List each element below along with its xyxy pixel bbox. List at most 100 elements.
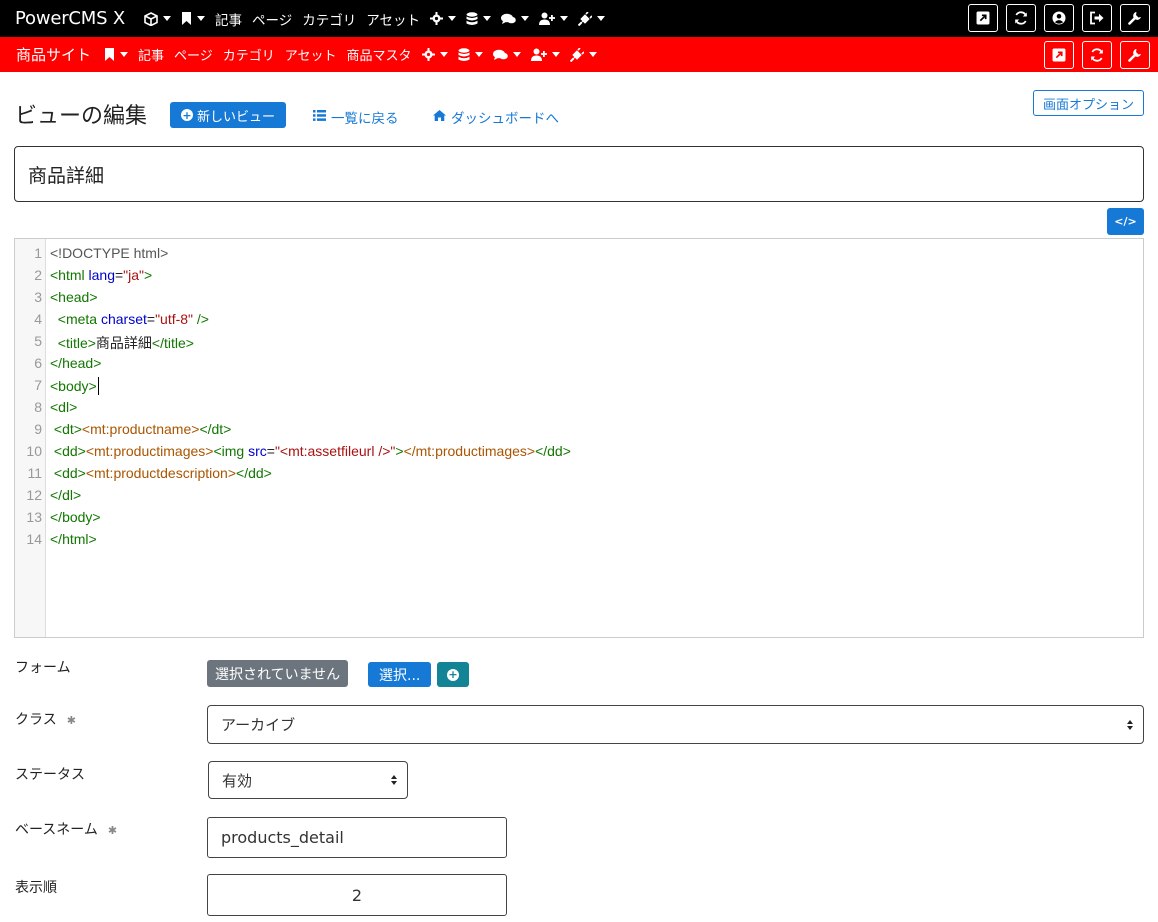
nav-menu-user-plus[interactable] [526,37,565,72]
nav-menu-comments[interactable] [488,37,526,72]
nav-menu-gear[interactable] [425,0,461,37]
code-line: </body> [50,509,101,525]
line-number: 10 [26,443,42,459]
user-plus-icon [538,12,555,25]
nav-menu-plug[interactable] [573,0,610,37]
line-number: 7 [34,377,42,393]
dashboard-link[interactable]: ダッシュボードへ [433,107,559,127]
text-cursor [97,377,99,395]
code-line: <head> [50,289,98,305]
line-number-gutter: 1 2 3 4 5 6 7 8 9 10 11 12 13 14 [15,239,46,637]
display-order-label: 表示順 [15,880,57,896]
list-icon [313,110,326,124]
select-arrows-icon [391,775,397,785]
nav-item-1[interactable]: 記事 [133,37,169,72]
external-link-button[interactable] [968,4,998,32]
nav-item-5[interactable]: アセット [361,0,425,37]
nav-item-2[interactable]: ページ [169,37,218,72]
line-number: 8 [34,399,42,415]
nav-item-label: アセット [366,12,420,29]
nav-item-label: カテゴリ [222,49,275,64]
code-line: <dt><mt:productname></dt> [50,421,232,437]
line-number: 5 [34,333,42,349]
home-icon [433,110,446,124]
required-asterisk-icon: ✱ [66,714,76,727]
nav-menu-database[interactable] [461,0,496,37]
global-nav-actions [968,4,1150,32]
sign-out-icon [1090,11,1104,25]
plus-circle-icon: + [447,668,459,681]
refresh-button[interactable] [1006,4,1036,32]
cube-icon [144,11,158,26]
refresh-icon [1014,11,1028,25]
nav-menu-bookmark[interactable] [176,0,210,37]
nav-menu-comments[interactable] [496,0,534,37]
nav-item-4[interactable]: カテゴリ [297,0,361,37]
user-circle-icon [1052,11,1066,25]
class-label: クラス ✱ [15,712,76,728]
line-number: 9 [34,421,42,437]
user-circle-button[interactable] [1044,4,1074,32]
code-line: <meta charset="utf-8" /> [50,311,209,327]
back-to-list-link[interactable]: 一覧に戻る [313,107,399,127]
external-link-button[interactable] [1044,41,1074,69]
nav-menu-cube[interactable] [139,0,176,37]
user-plus-icon [530,48,547,61]
nav-menu-user-plus[interactable] [534,0,573,37]
form-none-badge: 選択されていません [207,660,349,687]
nav-menu-gear[interactable] [417,37,453,72]
wrench-button[interactable] [1120,41,1150,69]
display-order-input[interactable]: 2 [207,874,507,916]
new-view-button[interactable]: + 新しいビュー [170,102,287,128]
refresh-button[interactable] [1082,41,1112,69]
external-link-icon [1052,48,1066,62]
site-name[interactable]: 商品サイト [0,44,99,65]
caret-down-icon [520,16,529,21]
nav-item-5[interactable]: 商品マスタ [342,37,417,72]
site-nav-actions [1044,41,1150,69]
dashboard-label: ダッシュボードへ [451,111,559,127]
back-to-list-label: 一覧に戻る [331,111,399,127]
wrench-button[interactable] [1120,4,1150,32]
code-line: </head> [50,355,102,371]
basename-label: ベースネーム ✱ [15,822,118,838]
nav-item-label: 記事 [215,12,242,29]
code-line: <body> [50,377,99,395]
basename-input[interactable]: products_detail [207,817,507,858]
code-line: <dl> [50,399,78,415]
nav-menu-bookmark[interactable] [99,37,133,72]
class-select[interactable]: アーカイブ [207,705,1144,744]
form-label: フォーム [15,660,71,676]
status-select[interactable]: 有効 [208,761,408,799]
form-select-button[interactable]: 選択... [368,662,432,687]
code-line: <dd><mt:productimages><img src="<mt:asse… [50,443,571,459]
nav-item-label: アセット [284,49,337,64]
nav-item-label: ページ [174,49,213,64]
line-number: 11 [27,465,42,481]
line-number: 3 [34,289,42,305]
bookmark-icon [104,48,115,61]
template-code-editor[interactable]: 1 2 3 4 5 6 7 8 9 10 11 12 13 14 <!DOCTYPE html> <htm… [14,238,1144,638]
sign-out-button[interactable] [1082,4,1112,32]
comments-icon [500,13,516,25]
nav-item-3[interactable]: カテゴリ [218,37,280,72]
site-nav-items: 記事 ページ カテゴリ アセット 商品マスタ [99,37,602,72]
plug-icon [577,11,592,26]
nav-item-3[interactable]: ページ [247,0,297,37]
select-arrows-icon [1127,719,1133,730]
view-name-input[interactable]: 商品詳細 [14,146,1144,202]
refresh-icon [1090,48,1104,62]
line-number: 2 [34,267,42,283]
form-add-button[interactable]: + [437,662,469,687]
database-icon [458,47,470,62]
nav-menu-plug[interactable] [565,37,602,72]
code-line: <html lang="ja"> [50,267,153,283]
wrench-icon [1128,11,1142,25]
nav-menu-database[interactable] [453,37,488,72]
screen-options-button[interactable]: 画面オプション [1032,90,1144,116]
brand-logo[interactable]: PowerCMS X [0,8,139,29]
caret-down-icon [482,16,491,21]
nav-item-4[interactable]: アセット [280,37,342,72]
code-view-toggle-button[interactable]: </> [1107,208,1144,235]
nav-item-2[interactable]: 記事 [210,0,247,37]
